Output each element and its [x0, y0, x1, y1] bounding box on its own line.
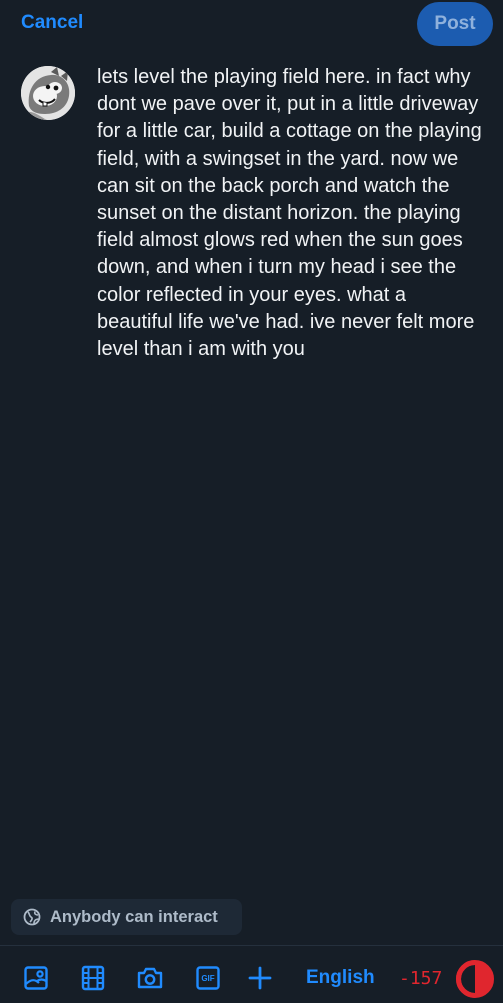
camera-icon: [137, 967, 163, 989]
video-icon: [81, 965, 105, 991]
gif-icon-text: GIF: [201, 973, 215, 983]
video-button[interactable]: [79, 964, 107, 992]
interaction-settings-button[interactable]: Anybody can interact: [11, 899, 242, 935]
progress-ring-icon: [456, 960, 494, 998]
character-count: -157: [399, 968, 443, 989]
image-icon: [24, 966, 48, 990]
language-selector[interactable]: English: [306, 967, 375, 989]
globe-icon: [23, 908, 41, 926]
composer-header: Cancel Post: [0, 0, 503, 50]
avatar: [21, 66, 75, 120]
plus-icon: [248, 966, 272, 990]
gif-button[interactable]: GIF: [194, 964, 222, 992]
composer-toolbar: GIF English -157: [0, 946, 503, 1000]
post-text-input[interactable]: lets level the playing field here. in fa…: [97, 64, 482, 363]
squirrel-cartoon-avatar-icon: [21, 66, 75, 120]
cancel-button[interactable]: Cancel: [21, 12, 83, 34]
camera-button[interactable]: [136, 964, 164, 992]
add-button[interactable]: [246, 964, 274, 992]
interaction-settings-label: Anybody can interact: [50, 907, 218, 926]
image-button[interactable]: [22, 964, 50, 992]
character-limit-ring: [456, 960, 494, 998]
post-button[interactable]: Post: [417, 2, 493, 46]
